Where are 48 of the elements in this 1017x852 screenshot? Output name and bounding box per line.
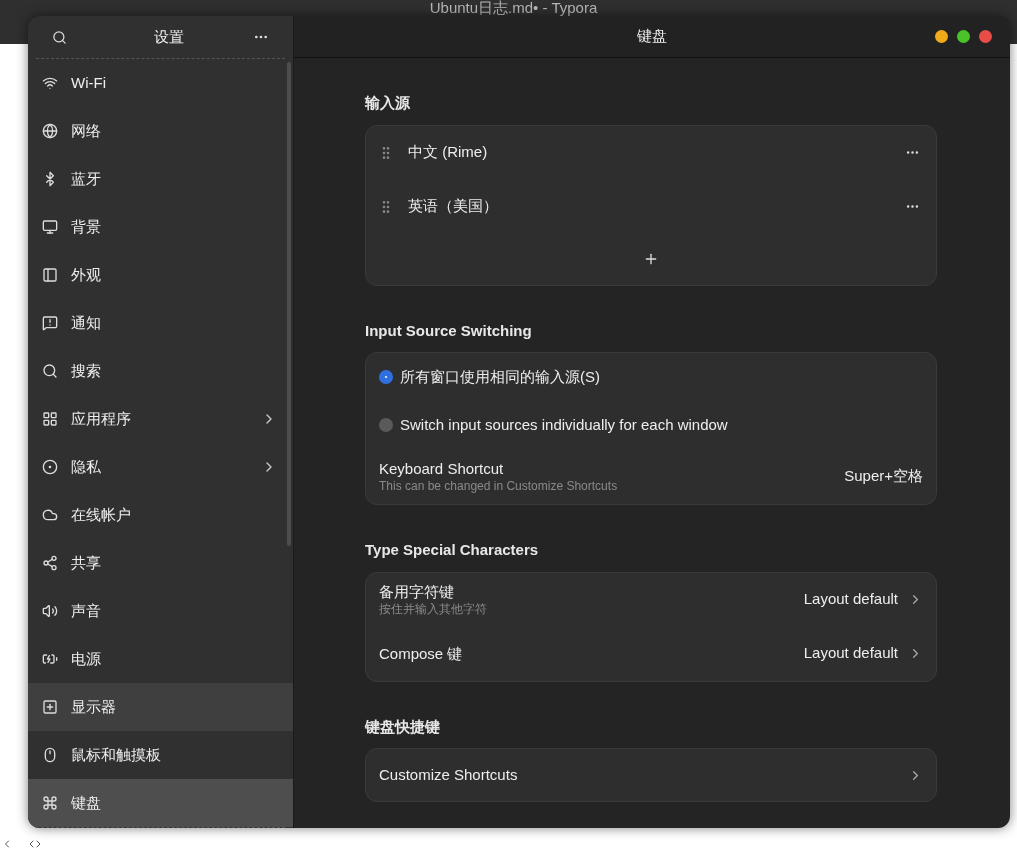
window-title: Ubuntu日志.md• - Typora xyxy=(429,0,598,15)
settings-row[interactable]: Customize Shortcuts xyxy=(379,749,923,801)
radio-button[interactable] xyxy=(379,418,393,432)
display-icon xyxy=(42,699,58,715)
target-icon xyxy=(42,459,58,475)
row-title: Compose 键 xyxy=(379,644,464,663)
settings-row[interactable]: Compose 键 Layout default xyxy=(379,626,923,681)
row-title: Keyboard Shortcut xyxy=(379,459,505,478)
maximize-button[interactable] xyxy=(957,30,970,43)
sidebar-item[interactable]: 显示器 xyxy=(28,683,293,731)
section-heading: Input Source Switching xyxy=(365,320,533,341)
row-title: 备用字符键 xyxy=(379,582,455,601)
row-title: Customize Shortcuts xyxy=(379,764,519,785)
notification-icon xyxy=(42,315,58,331)
section-heading: 键盘快捷键 xyxy=(365,716,441,737)
close-button[interactable] xyxy=(979,30,992,43)
row-hint: 按住并输入其他字符 xyxy=(379,600,488,617)
add-icon[interactable] xyxy=(643,251,659,267)
row-value: Layout default xyxy=(803,643,898,664)
wifi-icon xyxy=(42,75,58,91)
panel-icon xyxy=(42,267,58,283)
search-icon xyxy=(42,363,58,379)
battery-icon xyxy=(42,651,58,667)
settings-row[interactable]: 备用字符键 按住并输入其他字符 Layout default xyxy=(379,572,923,627)
search-icon[interactable] xyxy=(52,29,67,45)
radio-button[interactable] xyxy=(379,370,393,384)
row-hint: This can be changed in Customize Shortcuts xyxy=(379,477,619,494)
cloud-icon xyxy=(42,507,58,523)
row-value: Layout default xyxy=(803,589,898,610)
share-icon xyxy=(42,555,58,571)
grid-icon xyxy=(42,411,58,427)
radio-label: Switch input sources individually for each window xyxy=(400,414,728,435)
globe-icon xyxy=(42,123,58,139)
minimize-button[interactable] xyxy=(935,30,948,43)
input-source-name: 英语（美国） xyxy=(408,196,499,217)
sidebar-item[interactable]: 键盘 xyxy=(28,779,293,827)
section-heading: 输入源 xyxy=(365,93,411,113)
radio-label: 所有窗口使用相同的输入源(S) xyxy=(400,366,600,387)
command-icon xyxy=(42,795,58,811)
section-heading: Type Special Characters xyxy=(365,540,540,560)
shortcut-value: Super+空格 xyxy=(844,466,923,487)
page-title: 键盘 xyxy=(637,26,667,47)
monitor-icon xyxy=(42,219,58,235)
sidebar-title: 设置 xyxy=(154,26,184,47)
speaker-icon xyxy=(42,603,58,619)
input-source-name: 中文 (Rime) xyxy=(408,142,489,163)
mouse-icon xyxy=(42,747,58,763)
code-icon[interactable] xyxy=(29,838,41,850)
